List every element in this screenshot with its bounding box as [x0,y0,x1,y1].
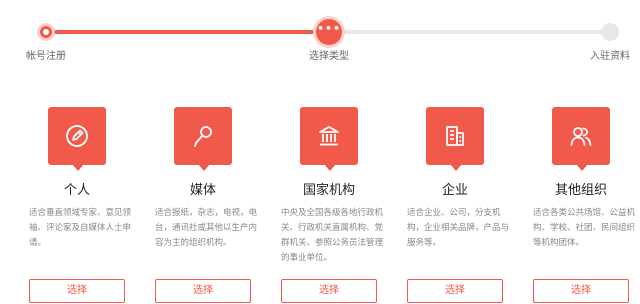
step-1-node [37,23,55,41]
office-building-icon [446,126,464,146]
step-1-label: 帐号注册 [26,51,66,62]
card-enterprise: 企业 适合企业、公司，分支机构，企业相关品牌，产品与服务等。 选择 [407,100,513,304]
card-title: 媒体 [189,183,216,198]
select-enterprise-button[interactable]: 选择 [407,279,503,303]
card-icon-badge [48,107,106,171]
card-icon-badge [174,107,232,171]
check-dot-icon [43,29,49,35]
step-3-node [601,23,619,41]
users-icon [570,127,592,146]
microphone-icon [194,126,212,147]
progress-track-completed [46,30,328,34]
pencil-icon [66,125,88,147]
card-title: 国家机构 [302,183,355,198]
card-icon-badge [552,107,610,171]
card-description: 适合垂直领域专家、意见领袖、评论家及自媒体人士申请。 [29,208,132,248]
more-dots-icon: ••• [316,22,342,35]
select-media-button[interactable]: 选择 [155,279,251,303]
card-description: 适合企业、公司，分支机构，企业相关品牌，产品与服务等。 [407,208,510,248]
card-title: 个人 [63,183,90,198]
card-title: 企业 [441,183,468,198]
card-title: 其他组织 [554,183,607,198]
government-building-icon [319,126,339,146]
registration-stepper: ••• 帐号注册 选择类型 入驻资料 [0,0,640,70]
step-3-label: 入驻资料 [590,51,630,62]
card-description: 适合报纸，杂志，电视，电台，通讯社或其他以生产内容为主的组织机构。 [155,208,258,248]
card-government: 国家机构 中央及全国各级各地行政机关、行政机关直属机构、党群机关、参照公务员法管… [281,100,387,304]
account-type-cards: 个人 适合垂直领域专家、意见领袖、评论家及自媒体人士申请。 选择 媒体 适合报纸… [0,100,640,304]
card-icon-badge [426,107,484,171]
progress-track-remaining [328,30,610,34]
card-description: 适合各类公共场馆、公益机构、学校、社团、民间组织等机构团体。 [533,208,636,248]
select-other-organization-button[interactable]: 选择 [533,279,629,303]
card-personal: 个人 适合垂直领域专家、意见领袖、评论家及自媒体人士申请。 选择 [29,100,135,304]
step-2-label: 选择类型 [309,51,349,62]
step-2-node: ••• [316,19,342,45]
card-other-organization: 其他组织 适合各类公共场馆、公益机构、学校、社团、民间组织等机构团体。 选择 [533,100,639,304]
card-description: 中央及全国各级各地行政机关、行政机关直属机构、党群机关、参照公务员法管理的事业单… [281,208,384,263]
select-government-button[interactable]: 选择 [281,279,377,303]
card-media: 媒体 适合报纸，杂志，电视，电台，通讯社或其他以生产内容为主的组织机构。 选择 [155,100,261,304]
card-icon-badge [300,107,358,171]
select-personal-button[interactable]: 选择 [29,279,125,303]
